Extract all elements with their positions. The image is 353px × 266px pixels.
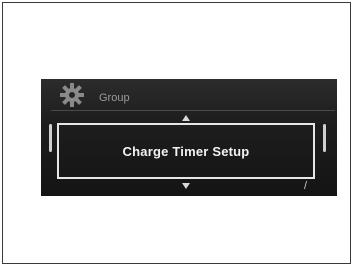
- scroll-bracket-right: [323, 124, 326, 152]
- gear-icon: [60, 83, 84, 107]
- corner-mark: /: [304, 180, 308, 192]
- header-divider: [51, 110, 335, 111]
- group-label: Group: [99, 92, 130, 104]
- arrow-down-icon[interactable]: [182, 183, 190, 189]
- menu-item-label: Charge Timer Setup: [122, 143, 250, 159]
- scroll-bracket-left: [49, 124, 52, 152]
- menu-item-charge-timer-setup[interactable]: Charge Timer Setup: [57, 123, 315, 179]
- figure-frame: Group Charge Timer Setup /: [2, 2, 351, 264]
- display-screen: Group Charge Timer Setup /: [41, 79, 337, 196]
- arrow-up-icon[interactable]: [182, 115, 190, 121]
